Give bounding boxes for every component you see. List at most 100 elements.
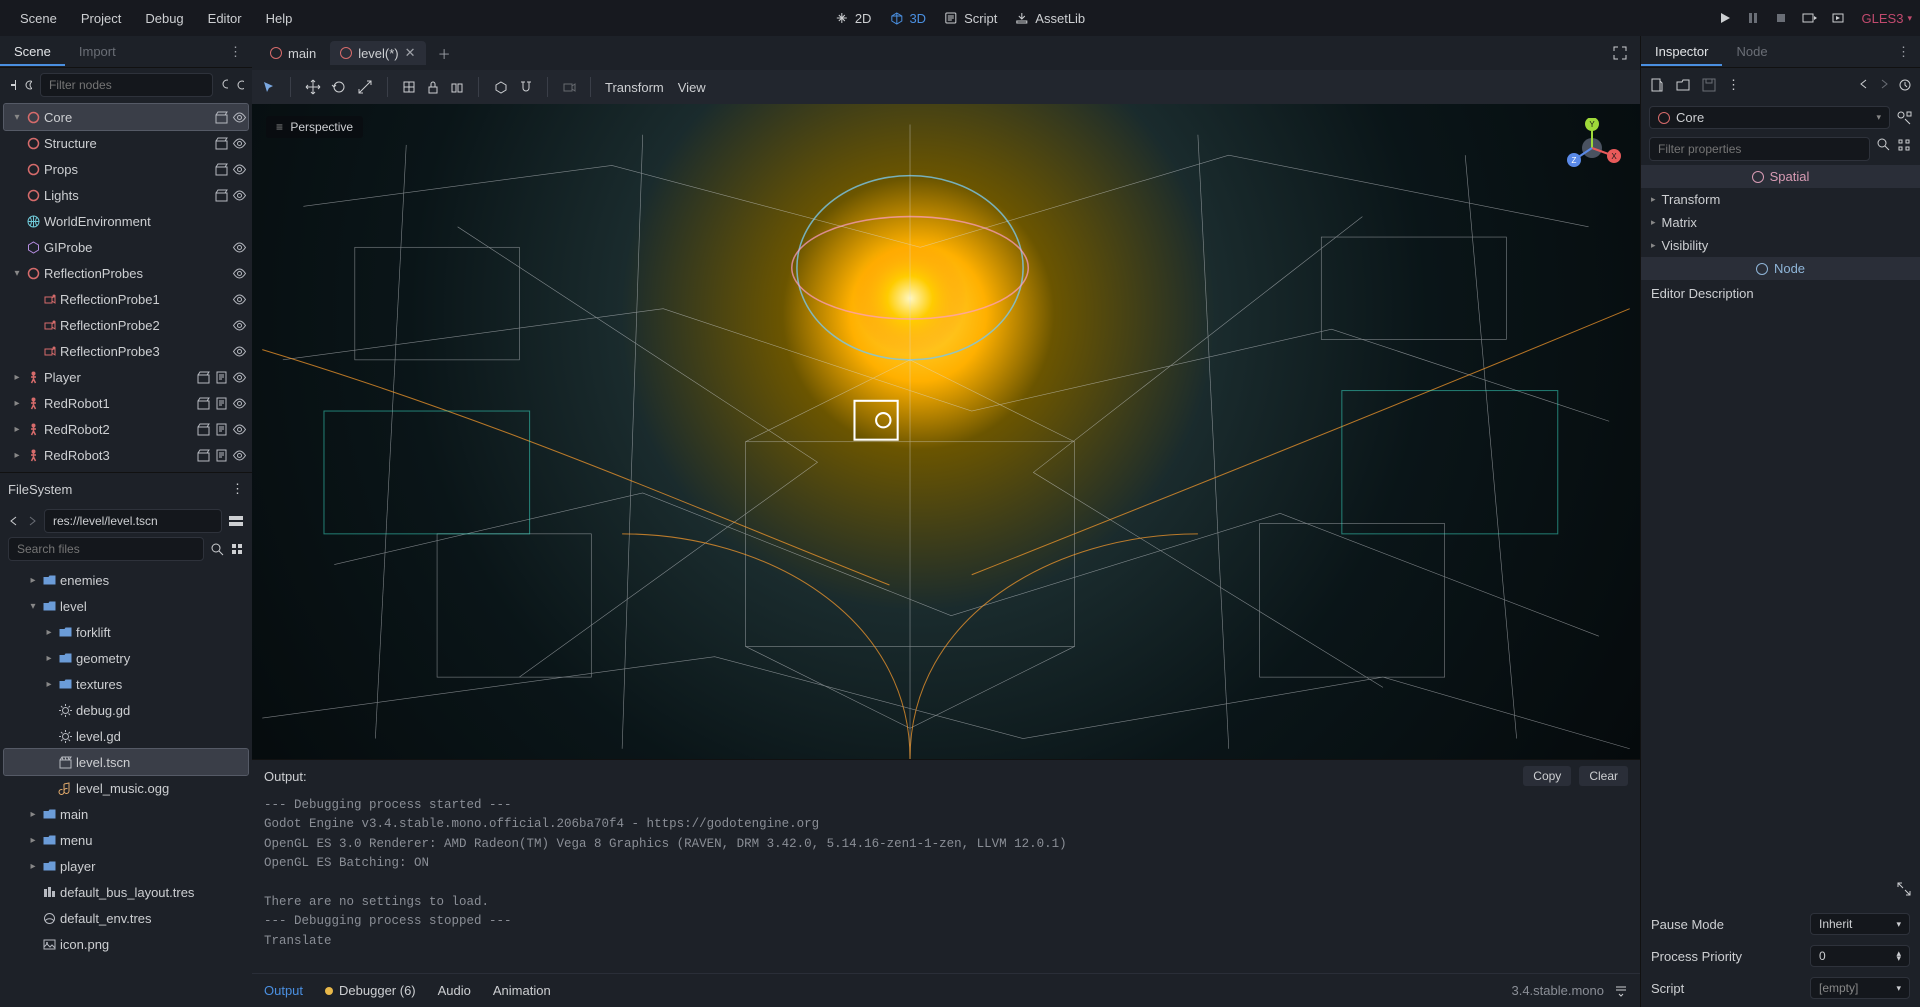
section-transform[interactable]: ▸Transform <box>1641 188 1920 211</box>
scene-node-reflectionprobe3[interactable]: ReflectionProbe3 <box>4 338 248 364</box>
snap-list-icon[interactable] <box>402 80 416 94</box>
scene-node-redrobot3[interactable]: ▸ RedRobot3 <box>4 442 248 468</box>
output-clear-button[interactable]: Clear <box>1579 766 1628 786</box>
visibility-toggle-icon[interactable] <box>232 240 246 254</box>
stop-button[interactable] <box>1774 11 1788 25</box>
visibility-toggle-icon[interactable] <box>232 422 246 436</box>
visibility-toggle-icon[interactable] <box>232 396 246 410</box>
open-scene-icon[interactable] <box>196 422 210 436</box>
fs-item-icon-png[interactable]: icon.png <box>4 931 248 957</box>
inspected-node-selector[interactable]: Core ▾ <box>1649 106 1890 129</box>
visibility-toggle-icon[interactable] <box>232 448 246 462</box>
scene-node-reflectionprobe1[interactable]: ReflectionProbe1 <box>4 286 248 312</box>
output-copy-button[interactable]: Copy <box>1523 766 1571 786</box>
pause-mode-dropdown[interactable]: Inherit▾ <box>1810 913 1910 935</box>
local-space-icon[interactable] <box>493 80 509 94</box>
select-tool-icon[interactable] <box>262 80 276 94</box>
visibility-toggle-icon[interactable] <box>232 136 246 150</box>
history-back-icon[interactable] <box>1858 78 1870 90</box>
scene-node-reflectionprobe2[interactable]: ReflectionProbe2 <box>4 312 248 338</box>
expand-toggle-icon[interactable]: ▸ <box>26 809 40 820</box>
tab-debugger[interactable]: Debugger (6) <box>325 983 416 998</box>
axis-gizmo[interactable]: Y X Z <box>1562 118 1622 178</box>
scene-node-redrobot2[interactable]: ▸ RedRobot2 <box>4 416 248 442</box>
scene-node-redrobot1[interactable]: ▸ RedRobot1 <box>4 390 248 416</box>
nav-fwd-icon[interactable] <box>26 515 38 527</box>
fs-item-main[interactable]: ▸ main <box>4 801 248 827</box>
section-visibility[interactable]: ▸Visibility <box>1641 234 1920 257</box>
process-priority-input[interactable]: 0▴▾ <box>1810 945 1910 967</box>
scene-node-core[interactable]: ▾ Core <box>4 104 248 130</box>
fs-item-geometry[interactable]: ▸ geometry <box>4 645 248 671</box>
scene-node-reflectionprobes[interactable]: ▾ ReflectionProbes <box>4 260 248 286</box>
tab-scene[interactable]: Scene <box>0 38 65 65</box>
add-node-icon[interactable] <box>8 77 16 93</box>
pause-button[interactable] <box>1746 11 1760 25</box>
visibility-toggle-icon[interactable] <box>232 188 246 202</box>
fs-search-input[interactable] <box>8 537 204 561</box>
snap-icon[interactable] <box>519 80 533 94</box>
output-log[interactable]: --- Debugging process started --- Godot … <box>252 792 1640 973</box>
menu-project[interactable]: Project <box>69 5 133 32</box>
expand-toggle-icon[interactable]: ▸ <box>42 679 56 690</box>
expand-toggle-icon[interactable]: ▾ <box>26 601 40 612</box>
scene-tab-level[interactable]: level(*) ✕ <box>330 41 425 65</box>
fs-item-level[interactable]: ▾ level <box>4 593 248 619</box>
open-scene-icon[interactable] <box>196 448 210 462</box>
rotate-tool-icon[interactable] <box>331 79 347 95</box>
mode-3d[interactable]: 3D <box>889 11 926 26</box>
visibility-toggle-icon[interactable] <box>232 110 246 124</box>
expand-toggle-icon[interactable]: ▸ <box>10 398 24 409</box>
scene-node-giprobe[interactable]: GIProbe <box>4 234 248 260</box>
scene-node-worldenvironment[interactable]: WorldEnvironment <box>4 208 248 234</box>
fs-item-player[interactable]: ▸ player <box>4 853 248 879</box>
fs-item-enemies[interactable]: ▸ enemies <box>4 567 248 593</box>
expand-toggle-icon[interactable]: ▸ <box>26 575 40 586</box>
filesystem-tree[interactable]: ▸ enemies▾ level▸ forklift▸ geometry▸ te… <box>0 565 252 1007</box>
expand-toggle-icon[interactable]: ▸ <box>26 861 40 872</box>
open-script-icon[interactable] <box>214 370 228 384</box>
open-scene-icon[interactable] <box>214 136 228 150</box>
new-resource-icon[interactable] <box>1649 77 1665 93</box>
open-script-icon[interactable] <box>214 396 228 410</box>
section-matrix[interactable]: ▸Matrix <box>1641 211 1920 234</box>
new-scene-tab-icon[interactable]: ＋ <box>430 40 459 67</box>
open-script-icon[interactable] <box>214 422 228 436</box>
scene-node-player[interactable]: ▸ Player <box>4 364 248 390</box>
menu-editor[interactable]: Editor <box>196 5 254 32</box>
close-tab-icon[interactable]: ✕ <box>405 45 416 61</box>
history-menu-icon[interactable] <box>1898 78 1912 92</box>
fs-item-level-music-ogg[interactable]: level_music.ogg <box>4 775 248 801</box>
3d-viewport[interactable]: ≡ Perspective <box>252 104 1640 759</box>
collapse-bottom-icon[interactable] <box>1614 984 1628 998</box>
visibility-toggle-icon[interactable] <box>232 370 246 384</box>
scale-tool-icon[interactable] <box>357 79 373 95</box>
menu-scene[interactable]: Scene <box>8 5 69 32</box>
lock-icon[interactable] <box>426 80 440 94</box>
dock-menu-icon[interactable]: ⋮ <box>219 40 252 64</box>
object-properties-icon[interactable] <box>1896 110 1912 126</box>
visibility-toggle-icon[interactable] <box>232 318 246 332</box>
mode-script[interactable]: Script <box>944 11 997 26</box>
tab-audio[interactable]: Audio <box>438 983 471 998</box>
camera-override-icon[interactable] <box>562 80 576 94</box>
move-tool-icon[interactable] <box>305 79 321 95</box>
tab-animation[interactable]: Animation <box>493 983 551 998</box>
open-scene-icon[interactable] <box>214 162 228 176</box>
tab-inspector[interactable]: Inspector <box>1641 38 1722 65</box>
expand-toggle-icon[interactable]: ▸ <box>10 424 24 435</box>
expand-toggle-icon[interactable]: ▾ <box>10 268 24 279</box>
expand-toggle-icon[interactable]: ▾ <box>10 112 24 123</box>
fs-split-icon[interactable] <box>228 514 244 528</box>
tab-node[interactable]: Node <box>1722 38 1781 65</box>
fs-item-menu[interactable]: ▸ menu <box>4 827 248 853</box>
history-fwd-icon[interactable] <box>1878 78 1890 90</box>
open-scene-icon[interactable] <box>196 396 210 410</box>
fs-path-input[interactable] <box>44 509 222 533</box>
open-scene-icon[interactable] <box>214 188 228 202</box>
expand-description-icon[interactable] <box>1896 881 1912 897</box>
distraction-free-icon[interactable] <box>1608 41 1632 65</box>
attach-script-icon[interactable] <box>236 77 244 93</box>
visibility-toggle-icon[interactable] <box>232 344 246 358</box>
nav-back-icon[interactable] <box>8 515 20 527</box>
